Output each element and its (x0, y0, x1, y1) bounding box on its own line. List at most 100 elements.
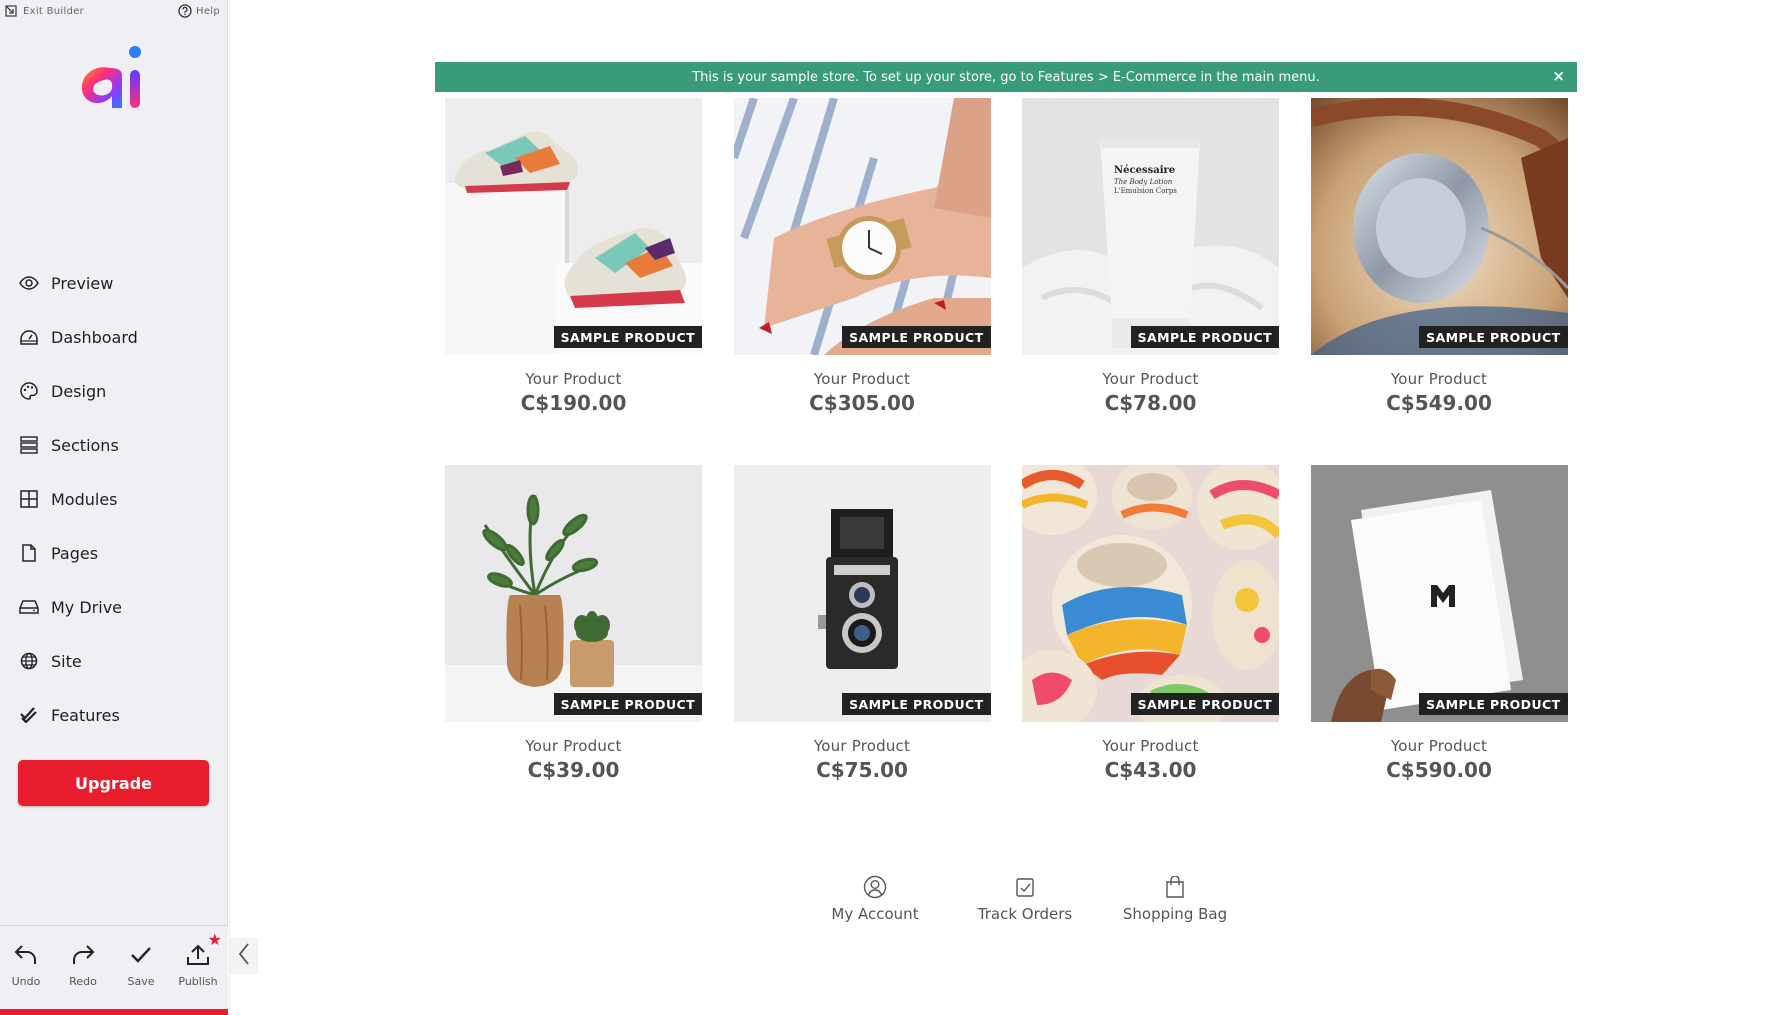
sidebar-item-label: Sections (51, 435, 119, 455)
product-name[interactable]: Your Product (734, 737, 991, 755)
exit-icon (5, 5, 17, 17)
svg-text:L'Emulsion Corps: L'Emulsion Corps (1114, 187, 1177, 195)
help-label: Help (196, 5, 220, 17)
sample-product-badge: SAMPLE PRODUCT (553, 326, 702, 348)
shopping-bag-link[interactable]: Shopping Bag (1100, 875, 1250, 923)
product-price: C$43.00 (1104, 758, 1197, 782)
dashboard-icon (19, 327, 39, 347)
sidebar-item-design[interactable]: Design (0, 364, 228, 418)
publish-button[interactable]: ★ Publish (171, 932, 225, 989)
sidebar-item-label: Design (51, 381, 107, 401)
sidebar-item-preview[interactable]: Preview (0, 256, 228, 310)
product-name[interactable]: Your Product (1311, 737, 1568, 755)
product-price: C$78.00 (1104, 391, 1197, 415)
sidebar-item-label: Features (51, 705, 120, 725)
sidebar-item-features[interactable]: Features (0, 688, 228, 742)
product-name[interactable]: Your Product (1022, 370, 1279, 388)
sample-product-badge: SAMPLE PRODUCT (1130, 326, 1279, 348)
product-image-vintage-camera[interactable]: SAMPLE PRODUCT (733, 465, 991, 722)
sidebar-item-label: Preview (51, 273, 114, 293)
svg-text:Nécessaire: Nécessaire (1114, 165, 1175, 176)
publish-label: Publish (178, 975, 218, 988)
product-name[interactable]: Your Product (445, 737, 702, 755)
exit-builder-button[interactable]: Exit Builder (5, 5, 84, 17)
save-button[interactable]: Save (114, 941, 168, 988)
shopping-bag-icon (1165, 875, 1185, 899)
my-account-label: My Account (831, 905, 919, 923)
product-name[interactable]: Your Product (1022, 737, 1279, 755)
sidebar-bottom-accent (0, 1009, 228, 1015)
eye-icon (19, 273, 39, 293)
my-account-link[interactable]: My Account (800, 875, 950, 923)
product-card[interactable]: SAMPLE PRODUCT Your Product C$43.00 (1022, 465, 1279, 832)
product-card[interactable]: Nécessaire The Body Lotion L'Emulsion Co… (1022, 98, 1279, 465)
modules-icon (19, 489, 39, 509)
sidebar-item-label: Dashboard (51, 327, 138, 347)
product-image-plants-in-vases[interactable]: SAMPLE PRODUCT (445, 465, 702, 722)
sidebar-item-modules[interactable]: Modules (0, 472, 228, 526)
checkmark-icon (130, 941, 152, 969)
product-card[interactable]: SAMPLE PRODUCT Your Product C$305.00 (733, 98, 991, 465)
redo-button[interactable]: Redo (56, 941, 110, 988)
product-price: C$305.00 (809, 391, 915, 415)
product-name[interactable]: Your Product (445, 370, 702, 388)
builder-toolbar: Undo Redo Save ★ Publish (0, 925, 228, 1015)
upload-icon: ★ (186, 932, 222, 969)
redo-icon (71, 941, 95, 969)
undo-button[interactable]: Undo (0, 941, 53, 988)
product-card[interactable]: SAMPLE PRODUCT Your Product C$75.00 (733, 465, 991, 832)
product-image-lotion-tube[interactable]: Nécessaire The Body Lotion L'Emulsion Co… (1022, 98, 1279, 355)
save-label: Save (127, 975, 155, 988)
product-image-business-cards[interactable]: SAMPLE PRODUCT (1310, 465, 1568, 722)
palette-icon (19, 381, 39, 401)
ai-logo (74, 38, 154, 118)
builder-sidebar: Exit Builder Help Preview Dashboard Desi… (0, 0, 228, 1015)
product-price: C$549.00 (1386, 391, 1492, 415)
sidebar-item-label: Pages (51, 543, 99, 563)
features-check-icon (19, 705, 39, 725)
sidebar-item-my-drive[interactable]: My Drive (0, 580, 228, 634)
product-price: C$190.00 (520, 391, 627, 415)
sample-product-badge: SAMPLE PRODUCT (842, 693, 991, 715)
product-image-wristwatch[interactable]: SAMPLE PRODUCT (733, 98, 991, 355)
sidebar-item-dashboard[interactable]: Dashboard (0, 310, 228, 364)
product-card[interactable]: SAMPLE PRODUCT Your Product C$549.00 (1310, 98, 1568, 465)
unpublished-star-icon: ★ (207, 930, 222, 949)
account-icon (863, 875, 887, 899)
product-card[interactable]: SAMPLE PRODUCT Your Product C$39.00 (445, 465, 702, 832)
help-button[interactable]: Help (178, 4, 220, 18)
store-footer-links: My Account Track Orders Shopping Bag (800, 875, 1250, 923)
product-grid: SAMPLE PRODUCT Your Product C$190.00 SAM… (445, 98, 1569, 832)
shopping-bag-label: Shopping Bag (1122, 905, 1228, 923)
product-name[interactable]: Your Product (1311, 370, 1568, 388)
sample-product-badge: SAMPLE PRODUCT (553, 693, 702, 715)
track-orders-icon (1015, 875, 1035, 899)
close-icon[interactable]: × (1552, 69, 1565, 84)
sidebar-item-label: Modules (51, 489, 118, 509)
sample-product-badge: SAMPLE PRODUCT (1419, 693, 1568, 715)
sidebar-item-site[interactable]: Site (0, 634, 228, 688)
upgrade-button[interactable]: Upgrade (18, 760, 209, 806)
help-icon (178, 4, 192, 18)
sidebar-item-pages[interactable]: Pages (0, 526, 228, 580)
product-price: C$75.00 (816, 758, 908, 782)
product-image-headphones[interactable]: SAMPLE PRODUCT (1310, 98, 1568, 355)
track-orders-label: Track Orders (977, 905, 1073, 923)
banner-text: This is your sample store. To set up you… (692, 69, 1320, 85)
undo-label: Undo (11, 975, 41, 988)
svg-text:The Body Lotion: The Body Lotion (1114, 178, 1173, 186)
product-card[interactable]: SAMPLE PRODUCT Your Product C$590.00 (1310, 465, 1568, 832)
sidebar-item-label: My Drive (51, 597, 123, 617)
track-orders-link[interactable]: Track Orders (950, 875, 1100, 923)
sidebar-item-sections[interactable]: Sections (0, 418, 228, 472)
product-image-sneakers[interactable]: SAMPLE PRODUCT (445, 98, 702, 355)
product-card[interactable]: SAMPLE PRODUCT Your Product C$190.00 (445, 98, 702, 465)
product-price: C$590.00 (1386, 758, 1492, 782)
product-image-painted-pottery[interactable]: SAMPLE PRODUCT (1022, 465, 1279, 722)
sample-product-badge: SAMPLE PRODUCT (1130, 693, 1279, 715)
globe-icon (19, 651, 39, 671)
sample-product-badge: SAMPLE PRODUCT (842, 326, 991, 348)
product-name[interactable]: Your Product (734, 370, 991, 388)
sidebar-top-bar: Exit Builder Help (0, 0, 228, 24)
sidebar-nav: Preview Dashboard Design Sections Module… (0, 256, 228, 742)
